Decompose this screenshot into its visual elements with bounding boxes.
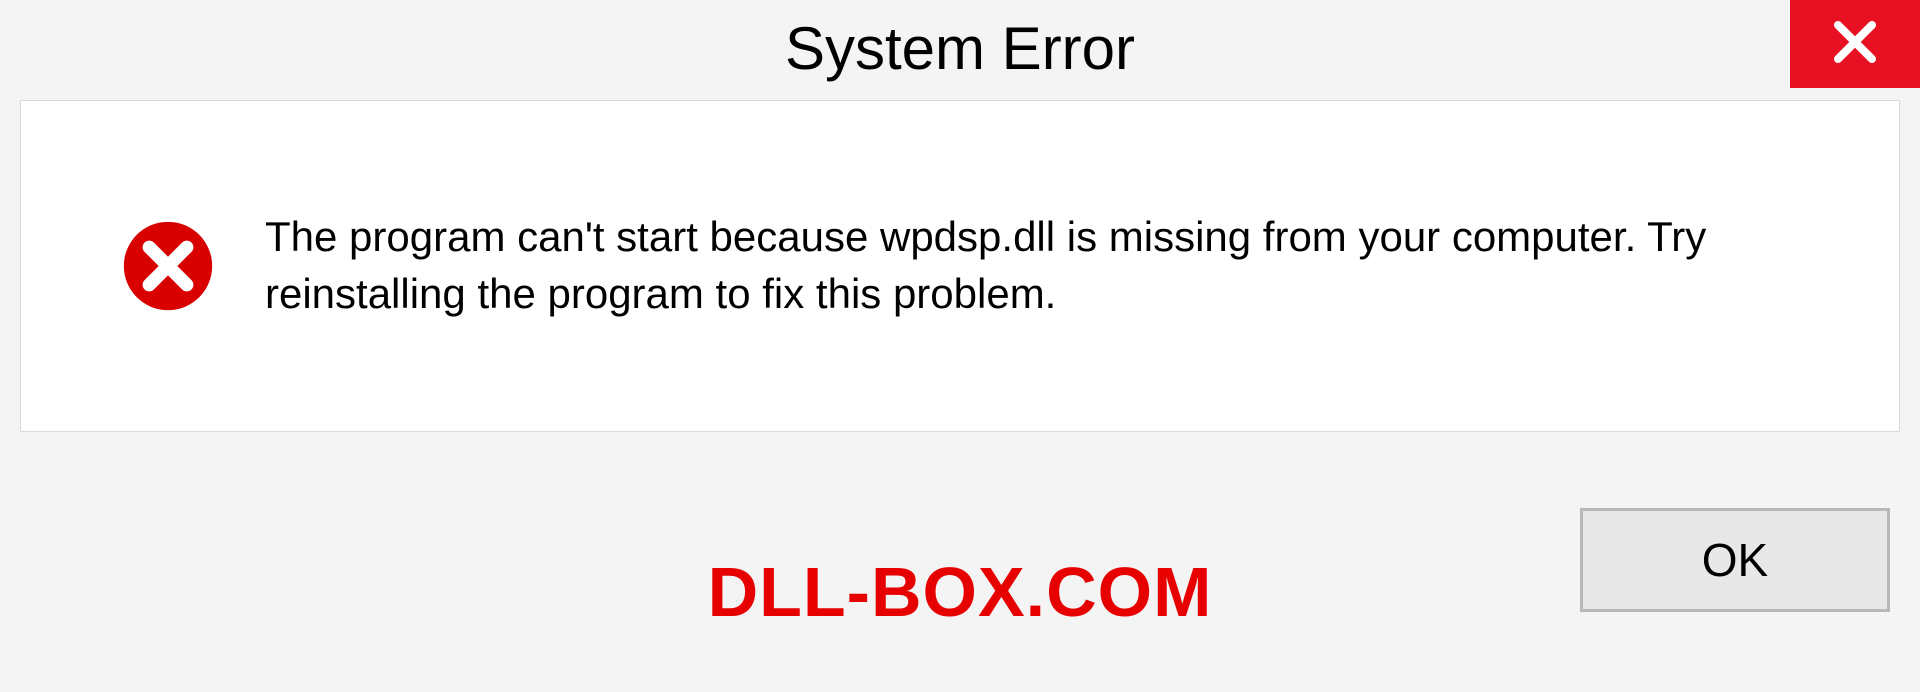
- dialog-message: The program can't start because wpdsp.dl…: [265, 209, 1839, 322]
- title-bar: System Error: [0, 0, 1920, 100]
- watermark-text: DLL-BOX.COM: [708, 552, 1213, 632]
- dialog-footer: DLL-BOX.COM OK: [0, 432, 1920, 692]
- dialog-content: The program can't start because wpdsp.dl…: [20, 100, 1900, 432]
- ok-button-label: OK: [1702, 533, 1768, 587]
- error-icon: [121, 219, 215, 313]
- dialog-title: System Error: [785, 14, 1135, 83]
- ok-button[interactable]: OK: [1580, 508, 1890, 612]
- close-icon: [1832, 19, 1878, 70]
- close-button[interactable]: [1790, 0, 1920, 88]
